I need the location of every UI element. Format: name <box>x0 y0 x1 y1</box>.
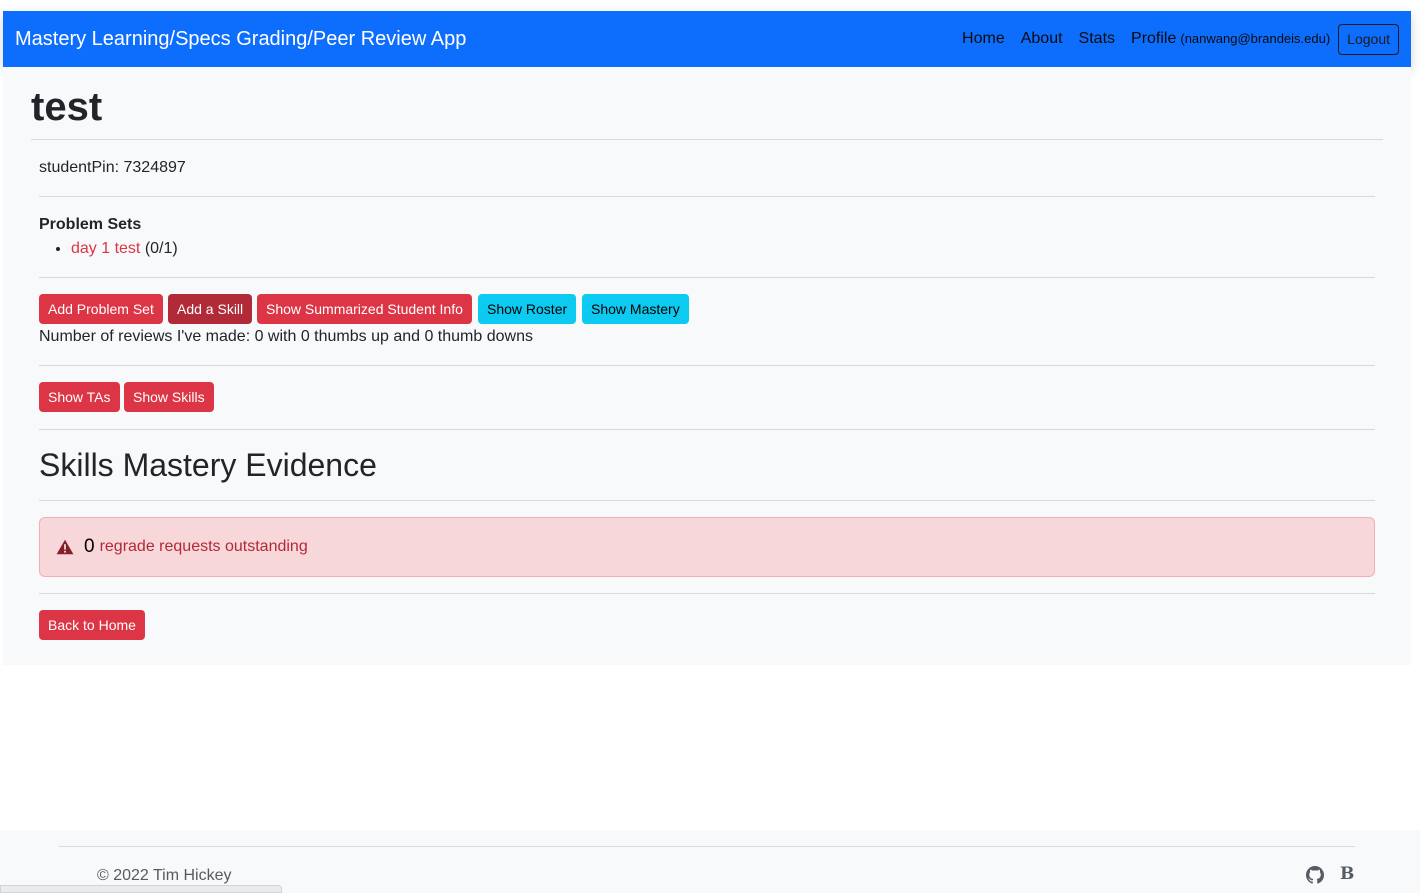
nav-profile-link[interactable]: Profile (nanwang@brandeis.edu) <box>1131 30 1330 48</box>
copyright-text: © 2022 Tim Hickey <box>97 867 232 884</box>
nav-stats-link[interactable]: Stats <box>1079 30 1115 48</box>
back-to-home-button[interactable]: Back to Home <box>39 610 145 640</box>
profile-email: (nanwang@brandeis.edu) <box>1180 31 1331 46</box>
show-mastery-button[interactable]: Show Mastery <box>582 294 689 324</box>
divider <box>31 139 1383 140</box>
regrade-message[interactable]: regrade requests outstanding <box>100 538 308 556</box>
skills-mastery-heading: Skills Mastery Evidence <box>39 447 377 483</box>
divider <box>39 429 1375 430</box>
nav-about-link[interactable]: About <box>1021 30 1063 48</box>
add-skill-button[interactable]: Add a Skill <box>168 294 253 324</box>
add-problem-set-button[interactable]: Add Problem Set <box>39 294 163 324</box>
nav-home-link[interactable]: Home <box>962 30 1005 48</box>
problem-set-score: (0/1) <box>144 240 178 257</box>
warning-triangle-icon <box>56 539 74 555</box>
divider <box>39 500 1375 501</box>
show-summarized-info-button[interactable]: Show Summarized Student Info <box>257 294 472 324</box>
show-tas-button[interactable]: Show TAs <box>39 382 120 412</box>
show-skills-button[interactable]: Show Skills <box>124 382 214 412</box>
problem-sets-heading: Problem Sets <box>39 216 142 233</box>
footer-divider <box>59 846 1355 847</box>
profile-label: Profile <box>1131 30 1177 47</box>
problem-set-link[interactable]: day 1 test <box>71 240 140 257</box>
status-bar <box>0 885 282 893</box>
divider <box>39 365 1375 366</box>
page-title: test <box>31 85 103 129</box>
divider <box>39 277 1375 278</box>
course-page: test studentPin: 7324897 Problem Sets da… <box>3 67 1411 665</box>
student-pin: studentPin: 7324897 <box>39 159 186 176</box>
show-roster-button[interactable]: Show Roster <box>478 294 577 324</box>
problem-set-item: day 1 test (0/1) <box>71 240 178 258</box>
navbar: Mastery Learning/Specs Grading/Peer Revi… <box>3 11 1411 67</box>
regrade-count: 0 <box>84 536 95 557</box>
bootstrap-icon[interactable]: B <box>1340 864 1354 884</box>
footer: © 2022 Tim Hickey B <box>0 830 1420 893</box>
regrade-alert: 0 regrade requests outstanding <box>39 517 1375 577</box>
divider <box>39 593 1375 594</box>
github-icon[interactable] <box>1306 866 1324 884</box>
logout-button[interactable]: Logout <box>1338 23 1399 55</box>
reviews-summary: Number of reviews I've made: 0 with 0 th… <box>39 328 533 345</box>
nav-links: Home About Stats Profile (nanwang@brandei… <box>946 23 1399 55</box>
divider <box>39 196 1375 197</box>
app-brand[interactable]: Mastery Learning/Specs Grading/Peer Revi… <box>15 28 946 51</box>
problem-sets-list: day 1 test (0/1) <box>39 240 178 258</box>
